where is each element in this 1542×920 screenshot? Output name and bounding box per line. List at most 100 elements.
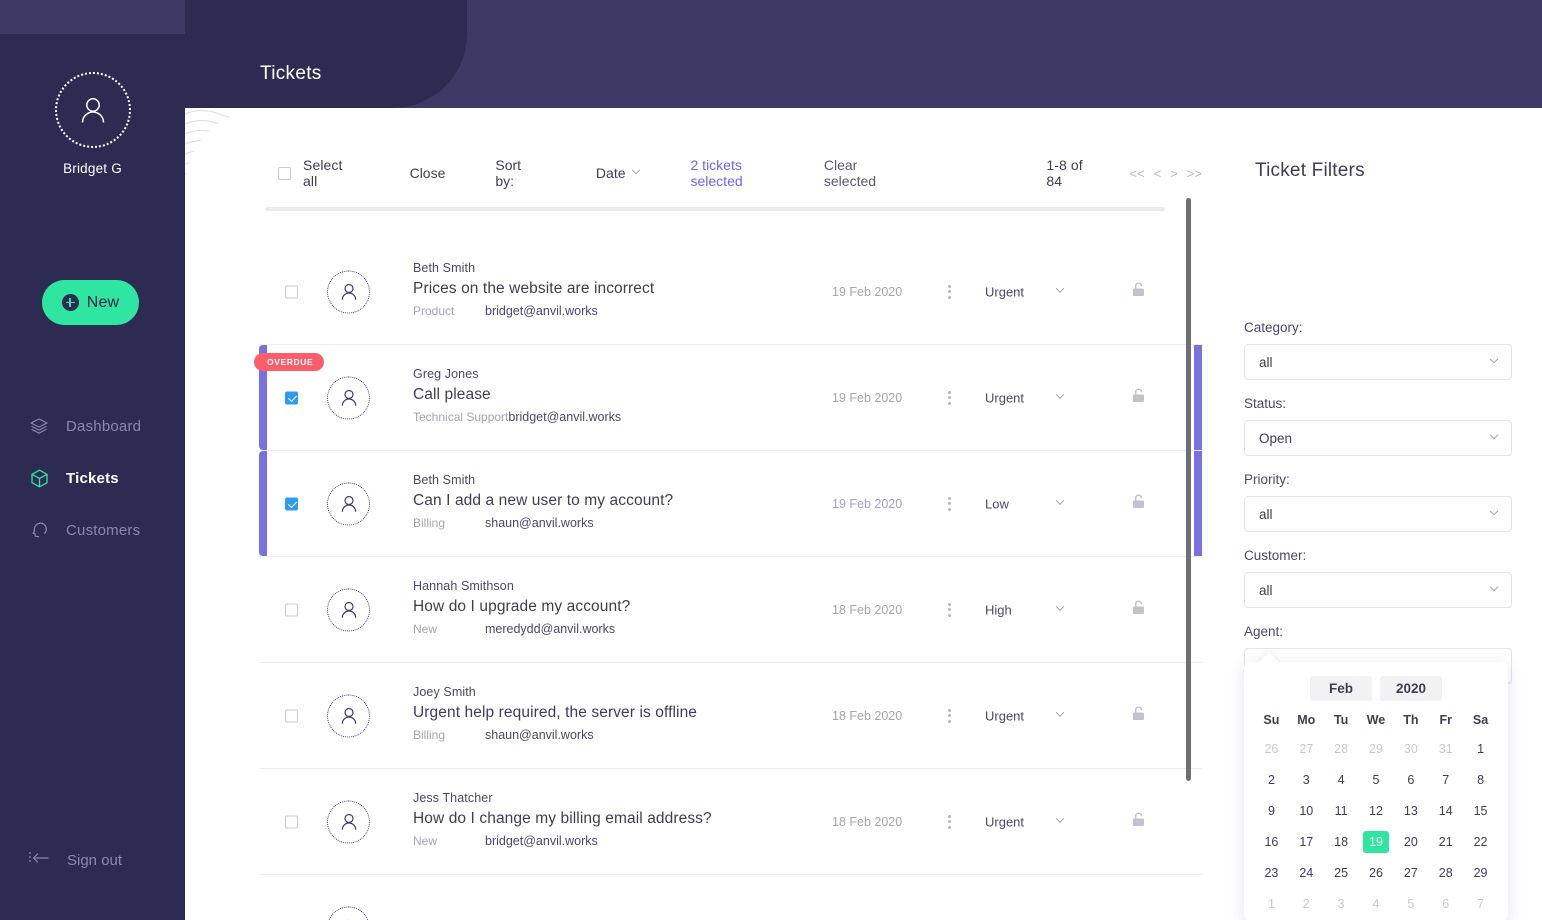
sidebar-item-tickets[interactable]: Tickets [0, 452, 185, 504]
calendar-day[interactable]: 29 [1359, 738, 1394, 760]
ticket-priority-select[interactable]: Urgent [985, 390, 1065, 405]
unlocked-padlock-icon[interactable] [1132, 494, 1145, 514]
calendar-day[interactable]: 23 [1254, 862, 1289, 884]
calendar-day[interactable]: 27 [1393, 862, 1428, 884]
row-menu-icon[interactable] [948, 390, 951, 405]
table-row[interactable]: OVERDUE Greg Jones Call please Technical Su… [254, 345, 1202, 451]
calendar-day[interactable]: 18 [1324, 831, 1359, 853]
select-all-label[interactable]: Select all [303, 157, 358, 189]
sidebar-item-dashboard[interactable]: Dashboard [0, 400, 185, 452]
calendar-day[interactable]: 24 [1289, 862, 1324, 884]
ticket-priority-select[interactable]: Urgent [985, 284, 1065, 299]
row-checkbox[interactable] [285, 815, 298, 828]
calendar-day[interactable]: 2 [1289, 893, 1324, 915]
calendar-day[interactable]: 31 [1428, 738, 1463, 760]
calendar-day[interactable]: 10 [1289, 800, 1324, 822]
sidebar-item-customers[interactable]: Customers [0, 504, 185, 556]
row-checkbox[interactable] [285, 497, 298, 510]
calendar-day[interactable]: 8 [1463, 769, 1498, 791]
row-menu-icon[interactable] [948, 602, 951, 617]
close-button[interactable]: Close [410, 165, 446, 181]
calendar-day[interactable]: 5 [1359, 769, 1394, 791]
unlocked-padlock-icon[interactable] [1132, 388, 1145, 408]
calendar-day[interactable]: 1 [1463, 738, 1498, 760]
ticket-priority-select[interactable]: High [985, 602, 1065, 617]
calendar-day[interactable]: 11 [1324, 800, 1359, 822]
ticket-subject[interactable]: Call please [413, 386, 621, 404]
calendar-day[interactable]: 21 [1428, 831, 1463, 853]
ticket-priority-select[interactable]: Urgent [985, 708, 1065, 723]
row-menu-icon[interactable] [948, 496, 951, 511]
row-checkbox[interactable] [285, 391, 298, 404]
calendar-day[interactable]: 14 [1428, 800, 1463, 822]
pagination-last-button[interactable]: >> [1187, 166, 1202, 181]
table-row[interactable] [260, 875, 1202, 920]
sign-out-button[interactable]: Sign out [28, 850, 122, 871]
row-checkbox[interactable] [285, 285, 298, 298]
calendar-day[interactable]: 13 [1393, 800, 1428, 822]
calendar-day[interactable]: 7 [1428, 769, 1463, 791]
filter-select[interactable]: all [1244, 344, 1512, 380]
calendar-month-select[interactable]: Feb [1310, 676, 1372, 701]
select-all-checkbox[interactable] [278, 166, 291, 180]
calendar-day[interactable]: 26 [1254, 738, 1289, 760]
calendar-day[interactable]: 22 [1463, 831, 1498, 853]
unlocked-padlock-icon[interactable] [1132, 282, 1145, 302]
calendar-day[interactable]: 5 [1393, 893, 1428, 915]
calendar-day[interactable]: 28 [1324, 738, 1359, 760]
calendar-day[interactable]: 15 [1463, 800, 1498, 822]
row-menu-icon[interactable] [948, 708, 951, 723]
ticket-subject[interactable]: Prices on the website are incorrect [413, 280, 654, 298]
calendar-day[interactable]: 27 [1289, 738, 1324, 760]
table-row[interactable]: Hannah Smithson How do I upgrade my accou… [260, 557, 1202, 663]
table-row[interactable]: Joey Smith Urgent help required, the serv… [260, 663, 1202, 769]
calendar-day[interactable]: 6 [1393, 769, 1428, 791]
calendar-day[interactable]: 2 [1254, 769, 1289, 791]
row-menu-icon[interactable] [948, 814, 951, 829]
calendar-day[interactable]: 7 [1463, 893, 1498, 915]
ticket-subject[interactable]: Can I add a new user to my account? [413, 492, 673, 510]
ticket-subject[interactable]: How do I change my billing email address… [413, 810, 712, 828]
tickets-selected-count[interactable]: 2 tickets selected [691, 157, 792, 189]
calendar-year-select[interactable]: 2020 [1380, 676, 1442, 701]
table-row[interactable]: Jess Thatcher How do I change my billing … [260, 769, 1202, 875]
calendar-day[interactable]: 26 [1359, 862, 1394, 884]
table-row[interactable]: Beth Smith Can I add a new user to my acc… [259, 451, 1202, 557]
row-menu-icon[interactable] [948, 284, 951, 299]
ticket-priority-select[interactable]: Urgent [985, 814, 1065, 829]
filter-select[interactable]: all [1244, 572, 1512, 608]
calendar-day[interactable]: 4 [1359, 893, 1394, 915]
calendar-day[interactable]: 25 [1324, 862, 1359, 884]
calendar-day[interactable]: 3 [1324, 893, 1359, 915]
unlocked-padlock-icon[interactable] [1132, 600, 1145, 620]
unlocked-padlock-icon[interactable] [1132, 706, 1145, 726]
calendar-day[interactable]: 1 [1254, 893, 1289, 915]
row-checkbox[interactable] [285, 709, 298, 722]
calendar-day[interactable]: 29 [1463, 862, 1498, 884]
calendar-day[interactable]: 19 [1362, 831, 1389, 853]
calendar-day[interactable]: 20 [1393, 831, 1428, 853]
calendar-day[interactable]: 16 [1254, 831, 1289, 853]
calendar-day[interactable]: 9 [1254, 800, 1289, 822]
pagination-prev-button[interactable]: < [1154, 166, 1162, 181]
calendar-day[interactable]: 28 [1428, 862, 1463, 884]
ticket-priority-select[interactable]: Low [985, 496, 1065, 511]
pagination-first-button[interactable]: << [1129, 166, 1144, 181]
ticket-subject[interactable]: Urgent help required, the server is offl… [413, 704, 697, 722]
calendar-day[interactable]: 4 [1324, 769, 1359, 791]
filter-select[interactable]: Open [1244, 420, 1512, 456]
table-row[interactable]: Beth Smith Prices on the website are inco… [260, 239, 1202, 345]
calendar-day[interactable]: 6 [1428, 893, 1463, 915]
calendar-day[interactable]: 3 [1289, 769, 1324, 791]
ticket-subject[interactable]: How do I upgrade my account? [413, 598, 630, 616]
calendar-day[interactable]: 12 [1359, 800, 1394, 822]
calendar-day[interactable]: 30 [1393, 738, 1428, 760]
tickets-scrollbar[interactable] [1186, 198, 1191, 781]
pagination-next-button[interactable]: > [1170, 166, 1178, 181]
row-checkbox[interactable] [285, 603, 298, 616]
calendar-day[interactable]: 17 [1289, 831, 1324, 853]
unlocked-padlock-icon[interactable] [1132, 812, 1145, 832]
new-ticket-button[interactable]: New [42, 280, 139, 325]
sort-by-select[interactable]: Date [596, 165, 640, 181]
clear-selected-button[interactable]: Clear selected [824, 157, 909, 189]
